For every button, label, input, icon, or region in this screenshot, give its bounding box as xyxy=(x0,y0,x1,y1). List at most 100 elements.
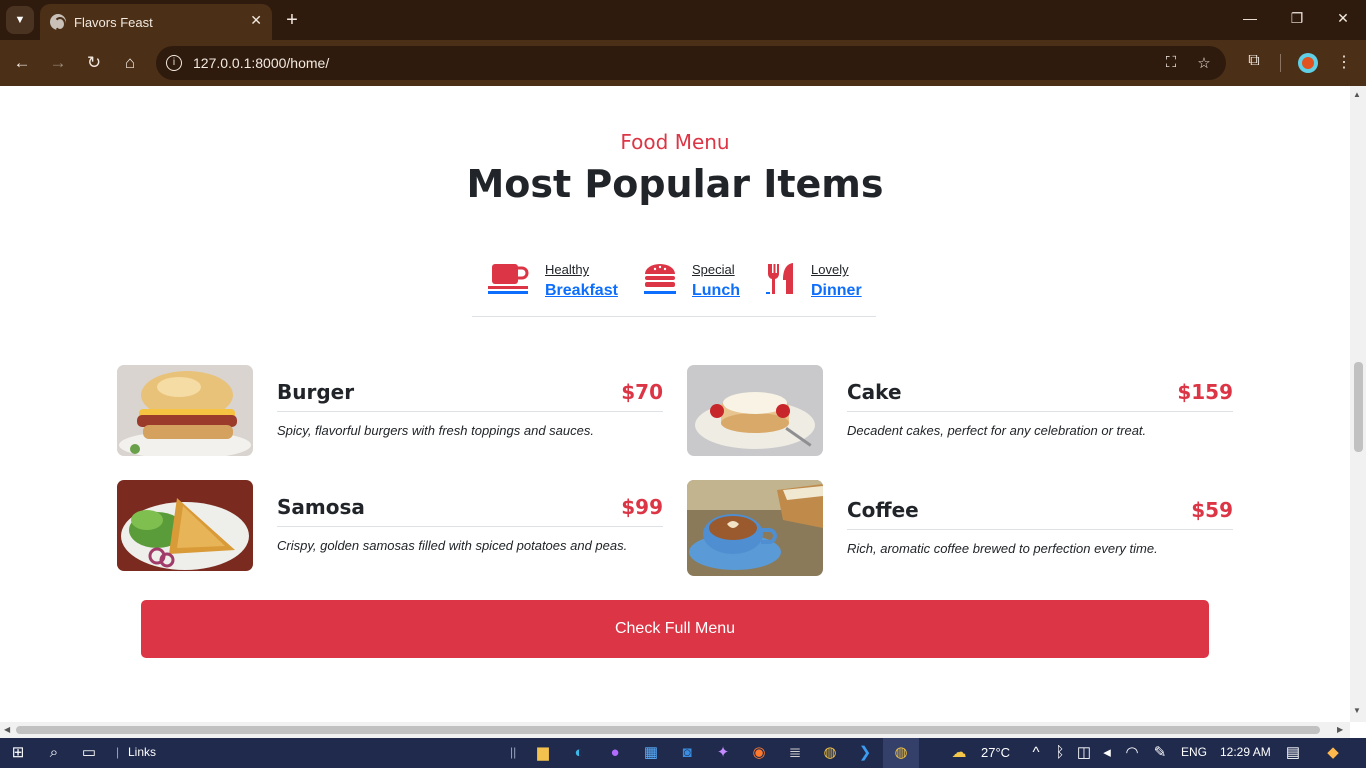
tab-lunch[interactable]: Special Lunch xyxy=(643,258,743,308)
copilot-icon[interactable]: ✦ xyxy=(714,744,732,762)
database-icon[interactable]: ≣ xyxy=(786,744,804,762)
toolbar-divider xyxy=(1280,54,1281,72)
temperature[interactable]: 27°C xyxy=(981,745,1010,760)
reload-button[interactable]: ↻ xyxy=(82,52,106,74)
tab-lunch-small[interactable]: Special xyxy=(692,262,735,277)
close-window-button[interactable]: ✕ xyxy=(1333,10,1353,27)
horizontal-scrollbar[interactable]: ◀ ▶ xyxy=(0,722,1350,738)
windows-taskbar: ⊞ ⌕ ▭ | Links || ▆ ◐ ● ▦ ◙ ✦ ◉ ≣ ◍ ❯ ◍ ☁… xyxy=(0,738,1366,768)
item-price: $59 xyxy=(1191,498,1233,522)
browser-tab[interactable]: Flavors Feast ✕ xyxy=(40,4,272,40)
notifications-icon[interactable]: ▤ xyxy=(1284,744,1302,762)
chevron-up-icon[interactable]: ^ xyxy=(1027,744,1045,762)
links-toolbar[interactable]: Links xyxy=(128,745,156,759)
windows-start-icon[interactable]: ⊞ xyxy=(9,744,27,762)
edge-icon[interactable]: ◐ xyxy=(570,744,588,762)
item-divider xyxy=(277,411,663,412)
item-description: Spicy, flavorful burgers with fresh topp… xyxy=(277,423,594,438)
coffee-cup-icon xyxy=(488,264,529,294)
burger-image xyxy=(117,365,253,456)
extensions-icon[interactable]: ⧉ xyxy=(1244,52,1264,70)
minimize-button[interactable]: — xyxy=(1240,10,1260,26)
item-name: Cake xyxy=(847,380,902,404)
toolbar-grip: | xyxy=(116,745,120,759)
back-button[interactable]: ← xyxy=(10,52,34,74)
menu-item: Cake $159 Decadent cakes, perfect for an… xyxy=(687,365,1233,457)
scroll-up-icon[interactable]: ▲ xyxy=(1353,90,1361,99)
language-indicator[interactable]: ENG xyxy=(1181,745,1207,759)
scroll-left-icon[interactable]: ◀ xyxy=(4,725,10,734)
vertical-scroll-thumb[interactable] xyxy=(1354,362,1363,452)
tab-dinner-big[interactable]: Dinner xyxy=(811,282,862,300)
address-bar[interactable]: i 127.0.0.1:8000/home/ ⛶ ☆ xyxy=(156,46,1226,80)
translate-icon[interactable]: ⛶ xyxy=(1162,54,1180,71)
chevron-down-icon: ▼ xyxy=(14,14,26,26)
item-price: $70 xyxy=(621,380,663,404)
vscode-icon[interactable]: ❯ xyxy=(856,744,874,762)
scroll-right-icon[interactable]: ▶ xyxy=(1337,725,1343,734)
coffee-image xyxy=(687,480,823,576)
vertical-scrollbar[interactable]: ▲ ▼ xyxy=(1350,86,1366,722)
tab-dinner[interactable]: Lovely Dinner xyxy=(766,258,866,308)
tab-lunch-big[interactable]: Lunch xyxy=(692,282,740,300)
tab-search-button[interactable]: ▼ xyxy=(6,6,34,34)
bluetooth-icon[interactable]: ᛒ xyxy=(1051,744,1069,762)
page-viewport: Food Menu Most Popular Items Healthy Bre… xyxy=(0,86,1350,722)
tab-dinner-small[interactable]: Lovely xyxy=(811,262,849,277)
item-description: Decadent cakes, perfect for any celebrat… xyxy=(847,423,1147,438)
item-price: $99 xyxy=(621,495,663,519)
tab-breakfast[interactable]: Healthy Breakfast xyxy=(488,258,618,308)
section-subtitle: Food Menu xyxy=(620,130,730,154)
url-text[interactable]: 127.0.0.1:8000/home/ xyxy=(193,55,329,71)
item-name: Burger xyxy=(277,380,355,404)
check-full-menu-button[interactable]: Check Full Menu xyxy=(141,600,1209,658)
scroll-down-icon[interactable]: ▼ xyxy=(1353,706,1361,715)
tab-title: Flavors Feast xyxy=(74,14,153,30)
menu-item: Samosa $99 Crispy, golden samosas filled… xyxy=(117,480,663,572)
tab-breakfast-big[interactable]: Breakfast xyxy=(545,282,618,300)
weather-icon[interactable]: ☁ xyxy=(950,744,968,762)
volume-icon[interactable]: ◂ xyxy=(1098,744,1116,762)
item-divider xyxy=(847,529,1233,530)
outlook-icon[interactable]: ◙ xyxy=(678,744,696,762)
toolbar-grip: || xyxy=(510,745,517,759)
item-divider xyxy=(277,526,663,527)
task-view-icon[interactable]: ▭ xyxy=(80,744,98,762)
more-menu-icon[interactable]: ⋮ xyxy=(1334,52,1354,72)
utensils-icon xyxy=(766,263,793,294)
search-icon[interactable]: ⌕ xyxy=(45,744,63,762)
horizontal-scroll-thumb[interactable] xyxy=(16,726,1320,734)
tab-breakfast-small[interactable]: Healthy xyxy=(545,262,589,277)
item-divider xyxy=(847,411,1233,412)
chrome-active-icon[interactable]: ◍ xyxy=(892,744,910,762)
item-description: Rich, aromatic coffee brewed to perfecti… xyxy=(847,541,1158,556)
store-icon[interactable]: ▦ xyxy=(642,744,660,762)
bookmark-star-icon[interactable]: ☆ xyxy=(1195,54,1213,72)
firefox-icon[interactable]: ◉ xyxy=(750,744,768,762)
close-tab-button[interactable]: ✕ xyxy=(250,12,262,29)
home-button[interactable]: ⌂ xyxy=(118,52,142,74)
item-name: Coffee xyxy=(847,498,919,522)
section-title: Most Popular Items xyxy=(466,162,884,206)
copilot-pre-icon[interactable]: ◆ xyxy=(1324,744,1342,762)
profile-avatar[interactable] xyxy=(1298,53,1318,73)
item-name: Samosa xyxy=(277,495,365,519)
forward-button[interactable]: → xyxy=(46,52,70,74)
browser-toolbar: ← → ↻ ⌂ i 127.0.0.1:8000/home/ ⛶ ☆ ⧉ ⋮ xyxy=(0,40,1366,86)
app-icon[interactable]: ● xyxy=(606,744,624,762)
camera-icon[interactable]: ◫ xyxy=(1075,744,1093,762)
chrome-icon[interactable]: ◍ xyxy=(821,744,839,762)
wifi-icon[interactable]: ◠ xyxy=(1123,744,1141,762)
file-explorer-icon[interactable]: ▆ xyxy=(534,744,552,762)
restore-button[interactable]: ❐ xyxy=(1287,10,1307,27)
site-info-icon[interactable]: i xyxy=(166,55,182,71)
samosa-image xyxy=(117,480,253,571)
item-price: $159 xyxy=(1177,380,1233,404)
globe-icon xyxy=(50,14,66,31)
cake-image xyxy=(687,365,823,456)
hamburger-icon xyxy=(644,264,676,294)
menu-item: Coffee $59 Rich, aromatic coffee brewed … xyxy=(687,480,1233,576)
clock[interactable]: 12:29 AM xyxy=(1220,745,1271,759)
new-tab-button[interactable]: + xyxy=(282,8,302,32)
pen-icon[interactable]: ✎ xyxy=(1151,744,1169,762)
